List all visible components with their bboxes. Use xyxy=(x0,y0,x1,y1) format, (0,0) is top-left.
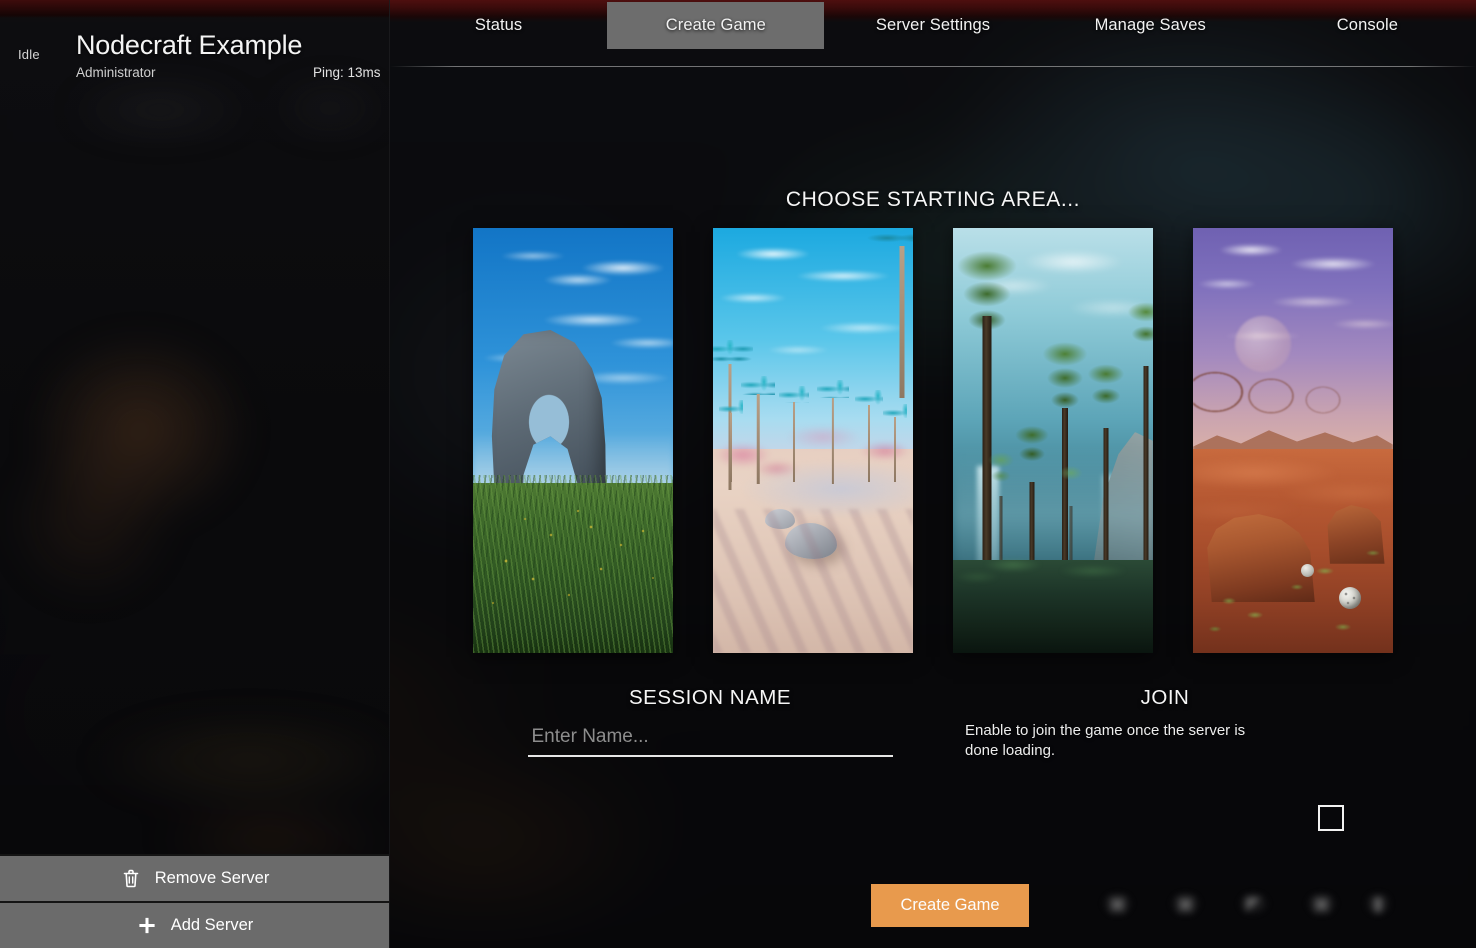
red-desert-scene xyxy=(1193,228,1393,653)
join-checkbox[interactable] xyxy=(1318,805,1344,831)
tab-server-settings[interactable]: Server Settings xyxy=(824,2,1041,49)
tab-bar: Status Create Game Server Settings Manag… xyxy=(390,0,1476,68)
server-name: Nodecraft Example xyxy=(76,30,303,60)
sidebar-background-blur xyxy=(0,0,389,948)
trash-icon xyxy=(121,868,141,890)
biome-card-tropical-beach[interactable] xyxy=(713,228,913,653)
biome-selector xyxy=(390,228,1476,653)
social-icon-4[interactable]: ▣ xyxy=(1299,881,1344,926)
app-root: Status Create Game Server Settings Manag… xyxy=(0,0,1476,948)
create-game-button[interactable]: Create Game xyxy=(871,884,1029,927)
tab-create-game[interactable]: Create Game xyxy=(607,2,825,49)
create-game-panel: CHOOSE STARTING AREA... SESSION NAME Ent… xyxy=(390,68,1476,948)
session-name-group: SESSION NAME xyxy=(505,686,915,757)
social-links: ▣ ▣ ◤ ▣ ▮ xyxy=(1095,881,1389,926)
add-server-button[interactable]: Add Server xyxy=(0,901,389,948)
tab-bar-underline xyxy=(390,66,1476,67)
tropical-beach-scene xyxy=(713,228,913,653)
session-name-label: SESSION NAME xyxy=(628,686,792,709)
grassland-scene xyxy=(473,228,673,653)
sidebar-actions: Remove Server Add Server xyxy=(0,854,389,948)
sidebar: Idle Nodecraft Example Administrator Pin… xyxy=(0,0,390,948)
plus-icon xyxy=(137,915,157,937)
tab-manage-saves[interactable]: Manage Saves xyxy=(1042,2,1259,49)
social-icon-1[interactable]: ▣ xyxy=(1095,881,1140,926)
biome-card-misty-pine-forest[interactable] xyxy=(953,228,1153,653)
server-role: Administrator xyxy=(76,65,156,80)
server-ping: Ping: 13ms xyxy=(313,65,381,80)
session-name-input[interactable] xyxy=(527,722,893,757)
join-group: JOIN Enable to join the game once the se… xyxy=(965,686,1365,831)
biome-card-grassland-arch[interactable] xyxy=(473,228,673,653)
page-title: CHOOSE STARTING AREA... xyxy=(785,188,1081,211)
server-status: Idle xyxy=(18,47,40,62)
misty-pine-forest-scene xyxy=(953,228,1153,653)
social-icon-2[interactable]: ▣ xyxy=(1163,881,1208,926)
tab-status[interactable]: Status xyxy=(390,2,607,49)
social-icon-3[interactable]: ◤ xyxy=(1231,881,1276,926)
remove-server-label: Remove Server xyxy=(154,869,270,887)
biome-card-red-desert[interactable] xyxy=(1193,228,1393,653)
add-server-label: Add Server xyxy=(170,916,254,934)
create-game-form: SESSION NAME JOIN Enable to join the gam… xyxy=(390,686,1476,948)
server-header[interactable]: Idle Nodecraft Example Administrator Pin… xyxy=(0,0,389,92)
join-description: Enable to join the game once the server … xyxy=(965,722,1246,759)
remove-server-button[interactable]: Remove Server xyxy=(0,854,389,901)
social-icon-5[interactable]: ▮ xyxy=(1367,881,1389,926)
join-label: JOIN xyxy=(1140,686,1190,709)
tab-console[interactable]: Console xyxy=(1259,2,1476,49)
